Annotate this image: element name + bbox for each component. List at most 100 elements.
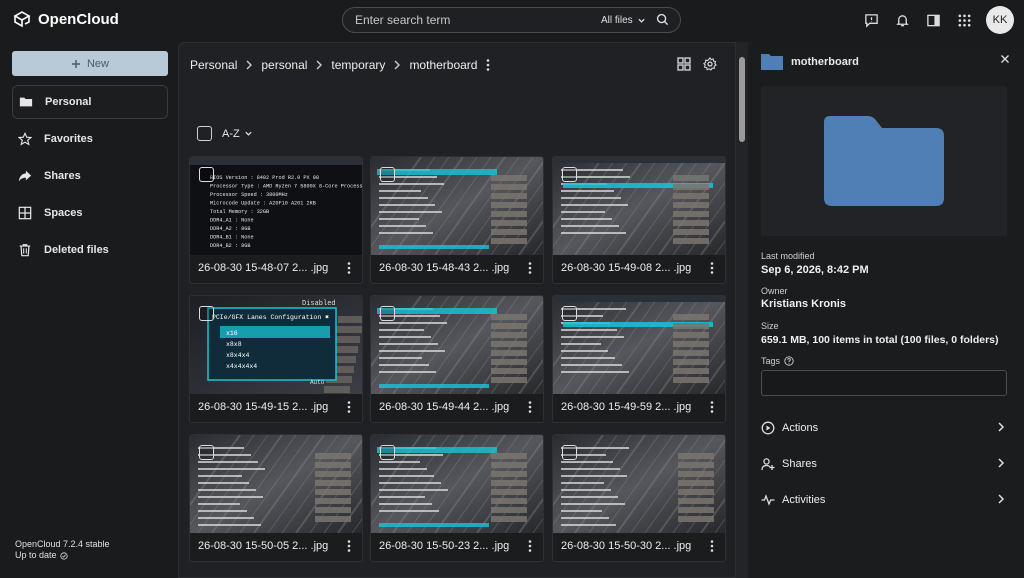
activity-pulse-icon [761, 494, 775, 506]
thumbnail-image [190, 435, 362, 533]
large-folder-icon [824, 116, 944, 206]
bell-icon[interactable] [893, 11, 911, 29]
file-card[interactable]: 26-08-30 15-50-05 2... .jpg [189, 434, 363, 562]
svg-text:DDR4_B2 : 8GB: DDR4_B2 : 8GB [210, 243, 250, 249]
feedback-icon[interactable] [862, 11, 880, 29]
file-card[interactable]: 26-08-30 15-49-59 2... .jpg [552, 295, 726, 423]
file-thumbnail[interactable] [553, 296, 725, 394]
file-card[interactable]: 26-08-30 15-48-43 2... .jpg [370, 156, 544, 284]
file-checkbox[interactable] [562, 445, 577, 460]
app-switcher-icon[interactable] [955, 11, 973, 29]
tags-input[interactable] [761, 370, 1007, 396]
file-thumbnail[interactable]: BIOS Version : 8402 Prod R2.0 PX 98 Proce… [190, 157, 362, 255]
search-box: All files [342, 7, 681, 33]
sidebar-item-deleted-files[interactable]: Deleted files [12, 233, 168, 267]
size-label: Size [761, 321, 779, 331]
sidebar-item-favorites[interactable]: Favorites [12, 122, 168, 156]
file-checkbox[interactable] [562, 167, 577, 182]
file-checkbox[interactable] [199, 445, 214, 460]
settings-gear-icon[interactable] [703, 57, 717, 71]
file-card[interactable]: 26-08-30 15-50-30 2... .jpg [552, 434, 726, 562]
last-modified-value: Sep 6, 2026, 8:42 PM [761, 264, 869, 276]
file-kebab-menu-icon[interactable] [527, 400, 533, 417]
file-kebab-menu-icon[interactable] [346, 539, 352, 556]
svg-text:BIOS Version : 8402 Prod R2.0: BIOS Version : 8402 Prod R2.0 PX 98 [210, 175, 319, 181]
breadcrumb-item[interactable]: Personal [190, 58, 237, 72]
file-thumbnail[interactable]: Disabled PCIe/GFX Lanes Configuration ✖ x1… [190, 296, 362, 394]
file-checkbox[interactable] [199, 167, 214, 182]
sort-dropdown[interactable]: A-Z [222, 128, 253, 140]
help-icon[interactable] [784, 356, 794, 366]
file-kebab-menu-icon[interactable] [346, 261, 352, 278]
version-text: OpenCloud 7.2.4 stable [15, 539, 110, 549]
avatar[interactable]: KK [986, 6, 1014, 34]
new-button[interactable]: New [12, 51, 168, 76]
update-status: Up to date [15, 550, 57, 560]
file-kebab-menu-icon[interactable] [346, 400, 352, 417]
svg-text:x4x4x4x4: x4x4x4x4 [226, 363, 257, 370]
file-thumbnail[interactable] [553, 435, 725, 533]
file-thumbnail[interactable] [190, 435, 362, 533]
chevron-right-icon [246, 60, 253, 70]
breadcrumb: Personal personal temporary motherboard [190, 58, 491, 72]
file-name[interactable]: 26-08-30 15-48-43 2... .jpg [379, 262, 509, 274]
file-card[interactable]: 26-08-30 15-50-23 2... .jpg [370, 434, 544, 562]
panel-actions-row[interactable]: Actions [761, 418, 1007, 438]
file-checkbox[interactable] [380, 306, 395, 321]
close-icon[interactable] [1000, 54, 1010, 64]
sort-label: A-Z [222, 127, 240, 140]
breadcrumb-item[interactable]: temporary [331, 58, 385, 72]
chevron-right-icon [998, 422, 1005, 432]
search-icon[interactable] [656, 13, 669, 26]
file-card[interactable]: 26-08-30 15-49-44 2... .jpg [370, 295, 544, 423]
thumbnail-image: BIOS Version : 8402 Prod R2.0 PX 98 Proce… [190, 157, 362, 255]
sidebar-item-personal[interactable]: Personal [12, 85, 168, 119]
file-card[interactable]: 26-08-30 15-49-08 2... .jpg [552, 156, 726, 284]
file-checkbox[interactable] [562, 306, 577, 321]
sidebar-item-spaces[interactable]: Spaces [12, 196, 168, 230]
file-kebab-menu-icon[interactable] [709, 400, 715, 417]
panel-shares-row[interactable]: Shares [761, 454, 1007, 474]
file-card[interactable]: Disabled PCIe/GFX Lanes Configuration ✖ x1… [189, 295, 363, 423]
file-name[interactable]: 26-08-30 15-49-59 2... .jpg [561, 401, 691, 413]
check-circle-icon [59, 551, 68, 560]
thumbnail-image [553, 435, 725, 533]
scrollbar-thumb[interactable] [739, 57, 745, 142]
scrollbar[interactable] [736, 42, 748, 578]
panel-activities-row[interactable]: Activities [761, 490, 1007, 510]
file-name[interactable]: 26-08-30 15-50-05 2... .jpg [198, 540, 328, 552]
search-input[interactable] [355, 13, 585, 27]
breadcrumb-item[interactable]: personal [261, 58, 307, 72]
kebab-menu-icon[interactable] [485, 58, 491, 72]
grid-view-icon[interactable] [677, 57, 691, 71]
search-scope-label: All files [601, 14, 633, 26]
file-checkbox[interactable] [380, 167, 395, 182]
file-checkbox[interactable] [199, 306, 214, 321]
file-thumbnail[interactable] [371, 296, 543, 394]
trash-icon [19, 244, 31, 257]
sidebar-toggle-icon[interactable] [924, 11, 942, 29]
sidebar-item-shares[interactable]: Shares [12, 159, 168, 193]
file-card[interactable]: BIOS Version : 8402 Prod R2.0 PX 98 Proce… [189, 156, 363, 284]
file-checkbox[interactable] [380, 445, 395, 460]
file-kebab-menu-icon[interactable] [709, 539, 715, 556]
file-kebab-menu-icon[interactable] [709, 261, 715, 278]
file-thumbnail[interactable] [371, 157, 543, 255]
file-name[interactable]: 26-08-30 15-50-30 2... .jpg [561, 540, 691, 552]
topbar-actions: KK [862, 6, 1014, 34]
app-name: OpenCloud [38, 10, 119, 28]
top-bar: OpenCloud All files KK [0, 0, 1024, 40]
thumbnail-image: Disabled PCIe/GFX Lanes Configuration ✖ x1… [190, 296, 362, 394]
file-name[interactable]: 26-08-30 15-49-08 2... .jpg [561, 262, 691, 274]
file-thumbnail[interactable] [553, 157, 725, 255]
file-name[interactable]: 26-08-30 15-49-44 2... .jpg [379, 401, 509, 413]
search-scope-dropdown[interactable]: All files [601, 15, 646, 26]
file-kebab-menu-icon[interactable] [527, 539, 533, 556]
file-name[interactable]: 26-08-30 15-48-07 2... .jpg [198, 262, 328, 274]
file-thumbnail[interactable] [371, 435, 543, 533]
file-name[interactable]: 26-08-30 15-50-23 2... .jpg [379, 540, 509, 552]
file-kebab-menu-icon[interactable] [527, 261, 533, 278]
app-logo[interactable]: OpenCloud [12, 9, 119, 29]
file-name[interactable]: 26-08-30 15-49-15 2... .jpg [198, 401, 328, 413]
select-all-checkbox[interactable] [197, 126, 212, 141]
